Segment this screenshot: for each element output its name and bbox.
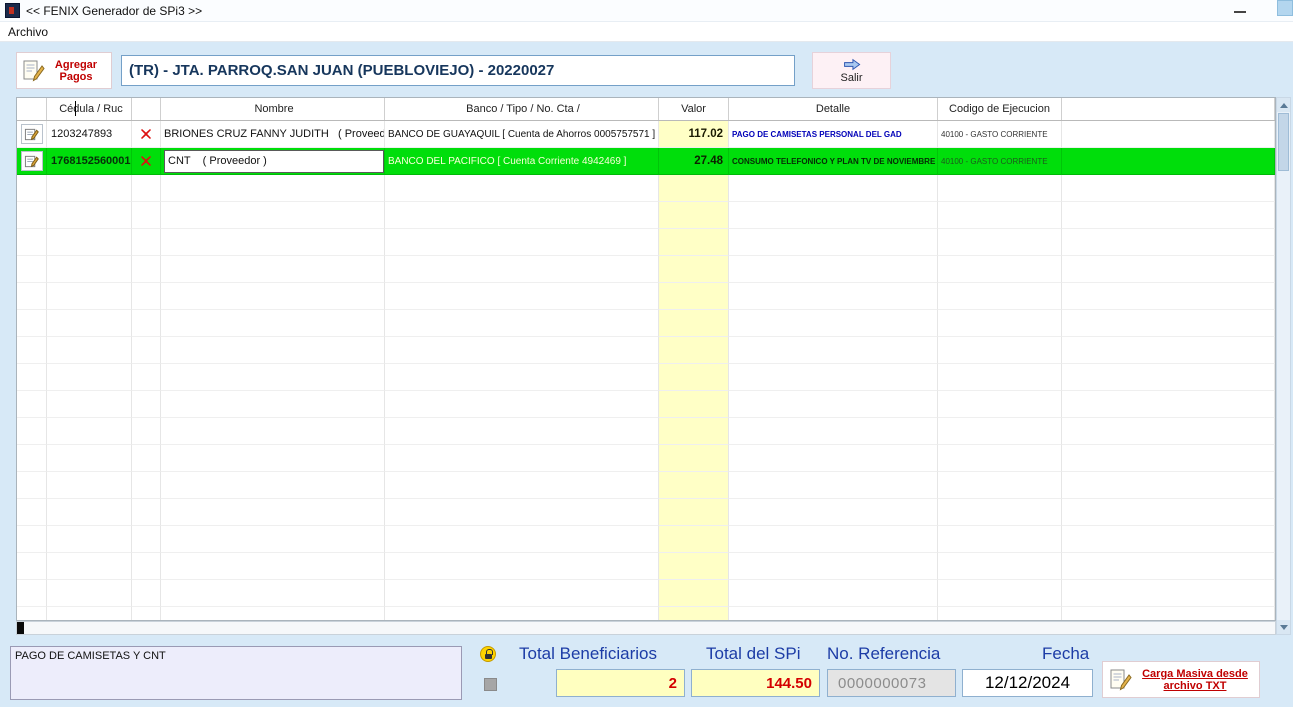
cell-valor: 117.02 (659, 121, 729, 148)
title-bar: << FENIX Generador de SPi3 >> (0, 0, 1293, 22)
delete-row-icon[interactable] (140, 128, 152, 140)
grid-header-row: Cédula / Ruc Nombre Banco / Tipo / No. C… (17, 98, 1275, 121)
cell-filler (1062, 121, 1275, 148)
cell-cedula: 1768152560001 (47, 148, 132, 175)
edit-record-icon (24, 127, 39, 142)
row-edit-button[interactable] (21, 151, 43, 171)
salir-button[interactable]: Salir (812, 52, 891, 89)
cell-cedula: 1203247893 (47, 121, 132, 148)
no-referencia-label: No. Referencia (827, 644, 940, 664)
disabled-checkbox (484, 678, 497, 691)
minimize-button[interactable] (1232, 6, 1248, 18)
table-row-empty (17, 256, 1275, 283)
table-row[interactable]: 1203247893 BRIONES CRUZ FANNY JUDITH ( P… (17, 121, 1275, 148)
header-valor: Valor (659, 98, 729, 120)
table-row-empty (17, 472, 1275, 499)
document-pen-icon (21, 59, 45, 83)
cell-nombre-editing: CNT ( Proveedor ) (161, 148, 385, 175)
header-banco: Banco / Tipo / No. Cta / (385, 98, 659, 120)
carga-masiva-label: Carga Masiva desde archivo TXT (1136, 668, 1254, 692)
header-detalle: Detalle (729, 98, 938, 120)
cell-codigo: 40100 - GASTO CORRIENTE (938, 121, 1062, 148)
delete-row-cell (132, 121, 161, 148)
table-row-empty (17, 364, 1275, 391)
table-row-empty (17, 310, 1275, 337)
app-icon (5, 3, 20, 18)
cell-detalle: PAGO DE CAMISETAS PERSONAL DEL GAD (729, 121, 938, 148)
table-row-selected[interactable]: 1768152560001 CNT ( Proveedor ) BANCO DE… (17, 148, 1275, 175)
header-nombre: Nombre (161, 98, 385, 120)
app-window: << FENIX Generador de SPi3 >> Archivo Ag… (0, 0, 1293, 707)
fecha-field[interactable]: 12/12/2024 (962, 669, 1093, 697)
entity-input[interactable]: (TR) - JTA. PARROQ.SAN JUAN (PUEBLOVIEJO… (121, 55, 795, 86)
table-row-empty (17, 418, 1275, 445)
table-row-empty (17, 229, 1275, 256)
lock-icon[interactable] (480, 646, 496, 662)
menu-archivo[interactable]: Archivo (8, 25, 48, 39)
table-row-empty (17, 337, 1275, 364)
total-spi-value: 144.50 (691, 669, 820, 697)
total-beneficiarios-label: Total Beneficiarios (519, 644, 657, 664)
total-spi-label: Total del SPi (706, 644, 801, 664)
payments-grid: Cédula / Ruc Nombre Banco / Tipo / No. C… (16, 97, 1276, 621)
header-filler (1062, 98, 1275, 120)
table-row-empty (17, 175, 1275, 202)
exit-arrow-icon (842, 58, 862, 71)
table-row-empty (17, 580, 1275, 607)
menu-bar: Archivo (0, 22, 1293, 42)
table-row-empty (17, 283, 1275, 310)
total-beneficiarios-value: 2 (556, 669, 685, 697)
document-pen-icon (1108, 668, 1132, 692)
vertical-scrollbar-thumb[interactable] (1278, 113, 1289, 171)
cell-valor: 27.48 (659, 148, 729, 175)
agregar-pagos-button[interactable]: Agregar Pagos (16, 52, 112, 89)
grid-body: 1203247893 BRIONES CRUZ FANNY JUDITH ( P… (17, 121, 1275, 620)
table-row-empty (17, 202, 1275, 229)
header-row-indicator (17, 98, 47, 120)
delete-row-cell (132, 148, 161, 175)
row-edit-button[interactable] (21, 124, 43, 144)
memo-textarea[interactable]: PAGO DE CAMISETAS Y CNT (10, 646, 462, 700)
window-corner-button[interactable] (1277, 0, 1293, 16)
scroll-up-icon[interactable] (1277, 98, 1290, 112)
row-edit-cell (17, 148, 47, 175)
cell-detalle: CONSUMO TELEFONICO Y PLAN TV DE NOVIEMBR… (729, 148, 938, 175)
grid-empty-rows (17, 175, 1275, 620)
header-delete (132, 98, 161, 120)
table-row-empty (17, 445, 1275, 472)
fecha-label: Fecha (1042, 644, 1089, 664)
horizontal-scrollbar-thumb[interactable] (17, 622, 24, 634)
edit-record-icon (24, 154, 39, 169)
delete-row-icon[interactable] (140, 155, 152, 167)
table-row-empty (17, 499, 1275, 526)
horizontal-scrollbar[interactable] (16, 621, 1276, 635)
table-row-empty (17, 607, 1275, 620)
cell-nombre: BRIONES CRUZ FANNY JUDITH ( Proveedor ) (161, 121, 385, 148)
salir-label: Salir (840, 72, 862, 84)
table-row-empty (17, 391, 1275, 418)
header-codigo: Codigo de Ejecucion (938, 98, 1062, 120)
table-row-empty (17, 553, 1275, 580)
no-referencia-field: 0000000073 (827, 669, 956, 697)
nombre-edit-input[interactable]: CNT ( Proveedor ) (164, 150, 384, 173)
carga-masiva-button[interactable]: Carga Masiva desde archivo TXT (1102, 661, 1260, 698)
cell-banco: BANCO DEL PACIFICO [ Cuenta Corriente 49… (385, 148, 659, 175)
window-title: << FENIX Generador de SPi3 >> (26, 4, 202, 18)
cell-banco: BANCO DE GUAYAQUIL [ Cuenta de Ahorros 0… (385, 121, 659, 148)
scroll-down-icon[interactable] (1277, 620, 1290, 634)
cell-codigo: 40100 - GASTO CORRIENTE (938, 148, 1062, 175)
cell-filler (1062, 148, 1275, 175)
table-row-empty (17, 526, 1275, 553)
agregar-pagos-label: Agregar Pagos (49, 59, 103, 83)
header-cedula: Cédula / Ruc (47, 98, 132, 120)
row-edit-cell (17, 121, 47, 148)
vertical-scrollbar[interactable] (1276, 97, 1291, 635)
